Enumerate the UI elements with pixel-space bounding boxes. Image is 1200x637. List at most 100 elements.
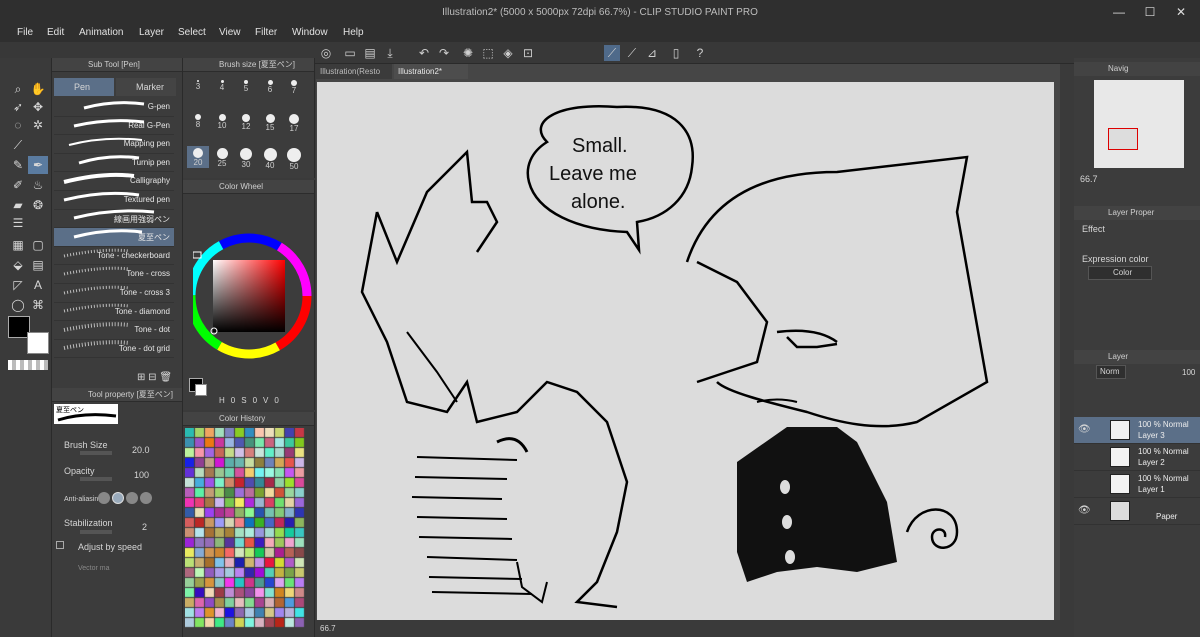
zoom-readout[interactable]: 66.7 (320, 624, 336, 633)
balloon-icon[interactable]: ◯ (8, 296, 28, 314)
frame-border-icon[interactable]: ▤ (28, 256, 48, 274)
sub-color-swatch[interactable] (27, 332, 49, 354)
fill-icon[interactable]: ◈ (500, 45, 516, 61)
blend-tool-icon[interactable]: ❂ (28, 196, 48, 214)
eraser-icon[interactable]: ▰ (8, 196, 28, 214)
brush-size-slider[interactable] (80, 451, 112, 455)
loading-icon[interactable]: ✺ (460, 45, 476, 61)
stabilization-value[interactable]: 2 (142, 522, 147, 532)
brush-size-option[interactable]: 8 (187, 112, 209, 134)
layer-opacity-value[interactable]: 100 (1182, 368, 1195, 377)
menu-file[interactable]: File (17, 27, 33, 38)
menu-select[interactable]: Select (178, 27, 206, 38)
wheel-sub-color[interactable] (195, 384, 207, 396)
fill-tool-icon[interactable]: ⬙ (8, 256, 28, 274)
opacity-slider[interactable] (80, 477, 112, 481)
lasso-tool-icon[interactable]: ◌ (8, 116, 28, 134)
text-tool-icon[interactable]: A (28, 276, 48, 294)
color-wheel[interactable] (193, 228, 313, 363)
correct-line-icon[interactable]: ⌘ (28, 296, 48, 314)
brush-size-option[interactable]: 4 (211, 78, 233, 100)
subtool-actions[interactable]: ⊞ ⊟ 🗑 (137, 372, 172, 383)
clear-icon[interactable]: ⬚ (480, 45, 496, 61)
decoration-icon[interactable]: ☰ (8, 214, 28, 232)
brush-size-option[interactable]: 50 (283, 146, 305, 171)
navigator-preview[interactable] (1094, 80, 1184, 168)
layer-row-paper[interactable]: 👁 Paper (1074, 498, 1200, 525)
brush-size-option[interactable]: 10 (211, 112, 233, 134)
gradient-icon[interactable]: ▦ (8, 236, 28, 254)
layer-thumbnail (1110, 447, 1130, 467)
redo-icon[interactable]: ↷ (436, 45, 452, 61)
stabilization-label: Stabilization (64, 518, 113, 528)
brush-size-option[interactable]: 6 (259, 78, 281, 100)
zoom-tool-icon[interactable]: ⌕ (8, 80, 28, 98)
menu-edit[interactable]: Edit (47, 27, 64, 38)
brush-size-option[interactable]: 40 (259, 146, 281, 170)
status-bar: 66.7 (316, 620, 1060, 637)
brush-size-option[interactable]: 15 (259, 112, 281, 134)
transform-icon[interactable]: ⊡ (520, 45, 536, 61)
blend-mode-select[interactable]: Norm (1096, 365, 1126, 379)
device-icon[interactable]: ▯ (668, 45, 684, 61)
brush-size-option[interactable]: 30 (235, 146, 257, 169)
airbrush-icon[interactable]: ♨ (28, 176, 48, 194)
brush-size-option[interactable]: 5 (235, 78, 257, 100)
menu-layer[interactable]: Layer (139, 27, 164, 38)
tab-illustration-resto[interactable]: Illustration(Resto (316, 64, 392, 79)
minimize-button[interactable]: — (1104, 4, 1134, 20)
brush-tool-icon[interactable]: ✐ (8, 176, 28, 194)
snap-grid-icon[interactable]: ⊿ (644, 45, 660, 61)
visibility-icon[interactable]: 👁 (1078, 505, 1091, 516)
help-icon[interactable]: ? (692, 45, 708, 61)
move-layer-icon[interactable]: ✥ (28, 98, 48, 116)
app-logo-icon[interactable]: ◎ (318, 45, 334, 61)
brush-size-value[interactable]: 20.0 (132, 445, 150, 455)
drawing-paper[interactable]: Small. Leave me alone. (317, 82, 1054, 620)
save-icon[interactable]: ⤓ (382, 45, 398, 61)
figure-icon[interactable]: ▢ (28, 236, 48, 254)
close-button[interactable]: ✕ (1166, 4, 1196, 20)
antialias-options[interactable] (98, 490, 168, 506)
brush-size-option[interactable]: 17 (283, 112, 305, 134)
layer-row-1[interactable]: 100 % Normal Layer 1 (1074, 471, 1200, 498)
expression-color-select[interactable]: Color (1088, 266, 1152, 280)
brush-size-option[interactable]: 12 (235, 112, 257, 134)
tab-marker[interactable]: Marker (116, 78, 176, 96)
menu-animation[interactable]: Animation (79, 27, 123, 38)
pen-tool-icon[interactable]: ✒ (28, 156, 48, 174)
menu-window[interactable]: Window (292, 27, 328, 38)
transparent-color-swatch[interactable] (8, 360, 48, 370)
maximize-button[interactable]: ☐ (1135, 4, 1165, 20)
stabilization-slider[interactable] (80, 530, 112, 534)
undo-icon[interactable]: ↶ (416, 45, 432, 61)
opacity-value[interactable]: 100 (134, 470, 149, 480)
menu-help[interactable]: Help (343, 27, 364, 38)
brush-size-option[interactable]: 3 (187, 78, 209, 100)
hand-tool-icon[interactable]: ✋ (28, 80, 48, 98)
brush-size-option[interactable]: 7 (283, 78, 305, 100)
brush-size-label: 12 (241, 122, 251, 131)
menu-filter[interactable]: Filter (255, 27, 277, 38)
visibility-icon[interactable]: 👁 (1078, 424, 1091, 435)
brush-size-option[interactable]: 25 (211, 146, 233, 168)
pencil-tool-icon[interactable]: ✎ (8, 156, 28, 174)
snap-special-ruler-icon[interactable]: ⟋ (624, 45, 640, 61)
eyedropper-icon[interactable]: ⟋ (8, 136, 28, 154)
layer-row-2[interactable]: 100 % Normal Layer 2 (1074, 444, 1200, 471)
menu-view[interactable]: View (219, 27, 241, 38)
navigator-zoom[interactable]: 66.7 (1080, 174, 1098, 184)
color-history-swatches[interactable] (185, 428, 305, 633)
adjust-checkbox[interactable] (56, 541, 64, 549)
snap-ruler-icon[interactable]: ⟋ (604, 45, 620, 61)
tab-pen[interactable]: Pen (54, 78, 114, 96)
tab-illustration2[interactable]: Illustration2* (394, 64, 468, 79)
ruler-icon[interactable]: ◸ (8, 276, 28, 294)
new-file-icon[interactable]: ▭ (342, 45, 358, 61)
operation-tool-icon[interactable]: ➶ (8, 98, 28, 116)
open-file-icon[interactable]: ▤ (362, 45, 378, 61)
magic-wand-icon[interactable]: ✲ (28, 116, 48, 134)
layer-row-3[interactable]: 👁 100 % Normal Layer 3 (1074, 417, 1200, 444)
brush-size-option[interactable]: 20 (187, 146, 209, 168)
layer-thumbnail (1110, 420, 1130, 440)
